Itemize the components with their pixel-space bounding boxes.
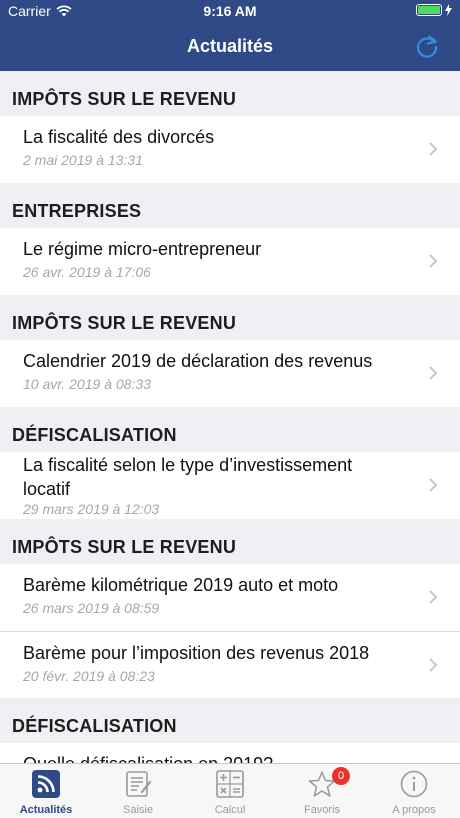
tab-label: Actualités <box>19 804 73 816</box>
news-item[interactable]: Barème pour l’imposition des revenus 201… <box>0 631 460 698</box>
section-header: IMPÔTS SUR LE REVENU <box>12 89 237 109</box>
info-icon <box>400 770 428 798</box>
news-date: 20 févr. 2019 à 08:23 <box>23 668 155 684</box>
tab-label: Favoris <box>303 804 341 816</box>
page-title: Actualités <box>186 36 274 56</box>
section-header: ENTREPRISES <box>12 201 142 221</box>
tab-a-propos[interactable]: A propos <box>368 764 460 818</box>
section-header: IMPÔTS SUR LE REVENU <box>12 313 237 333</box>
news-title: La fiscalité selon le type d’investissem… <box>23 455 353 499</box>
tab-saisie[interactable]: Saisie <box>92 764 184 818</box>
news-list[interactable]: IMPÔTS SUR LE REVENU La fiscalité des di… <box>0 71 460 763</box>
news-date: 26 avr. 2019 à 17:06 <box>23 264 151 280</box>
form-icon <box>126 771 152 797</box>
chevron-right-icon <box>429 366 438 380</box>
navigation-bar: Actualités <box>0 22 460 71</box>
news-title: La fiscalité des divorcés <box>23 127 215 147</box>
status-bar: Carrier 9:16 AM <box>0 0 460 22</box>
news-title: Calendrier 2019 de déclaration des reven… <box>23 351 373 371</box>
refresh-icon[interactable] <box>414 34 440 60</box>
news-title: Barème pour l’imposition des revenus 201… <box>23 643 370 663</box>
tab-label: Saisie <box>123 804 153 816</box>
news-date: 2 mai 2019 à 13:31 <box>23 152 143 168</box>
chevron-right-icon <box>429 658 438 672</box>
news-date: 29 mars 2019 à 12:03 <box>23 501 160 517</box>
news-item[interactable]: Barème kilométrique 2019 auto et moto 26… <box>0 564 460 631</box>
charging-icon <box>445 4 452 16</box>
tab-bar: Actualités Saisie Calcul 0 Favoris A pro… <box>0 763 460 818</box>
news-item[interactable]: La fiscalité selon le type d’investissem… <box>0 452 460 519</box>
section-header: DÉFISCALISATION <box>12 425 177 445</box>
news-item[interactable]: Le régime micro-entrepreneur 26 avr. 201… <box>0 228 460 295</box>
rss-icon <box>32 770 60 798</box>
chevron-right-icon <box>429 254 438 268</box>
section-header: DÉFISCALISATION <box>12 716 177 736</box>
news-title: Barème kilométrique 2019 auto et moto <box>23 575 339 595</box>
calculator-icon <box>216 770 244 798</box>
chevron-right-icon <box>429 142 438 156</box>
tab-actualites[interactable]: Actualités <box>0 764 92 818</box>
tab-label: A propos <box>392 804 436 816</box>
section-header: IMPÔTS SUR LE REVENU <box>12 537 237 557</box>
tab-label: Calcul <box>214 804 246 816</box>
chevron-right-icon <box>429 478 438 492</box>
chevron-right-icon <box>429 590 438 604</box>
status-time: 9:16 AM <box>203 3 257 19</box>
battery-icon <box>416 4 452 16</box>
favorites-badge: 0 <box>332 767 350 785</box>
news-item[interactable]: Quelle défiscalisation en 2019? <box>0 743 460 763</box>
tab-calcul[interactable]: Calcul <box>184 764 276 818</box>
news-date: 10 avr. 2019 à 08:33 <box>23 376 151 392</box>
news-title: Quelle défiscalisation en 2019? <box>23 754 273 763</box>
news-title: Le régime micro-entrepreneur <box>23 239 262 259</box>
news-item[interactable]: Calendrier 2019 de déclaration des reven… <box>0 340 460 407</box>
news-date: 26 mars 2019 à 08:59 <box>23 600 160 616</box>
tab-favoris[interactable]: 0 Favoris <box>276 764 368 818</box>
news-item[interactable]: La fiscalité des divorcés 2 mai 2019 à 1… <box>0 116 460 183</box>
